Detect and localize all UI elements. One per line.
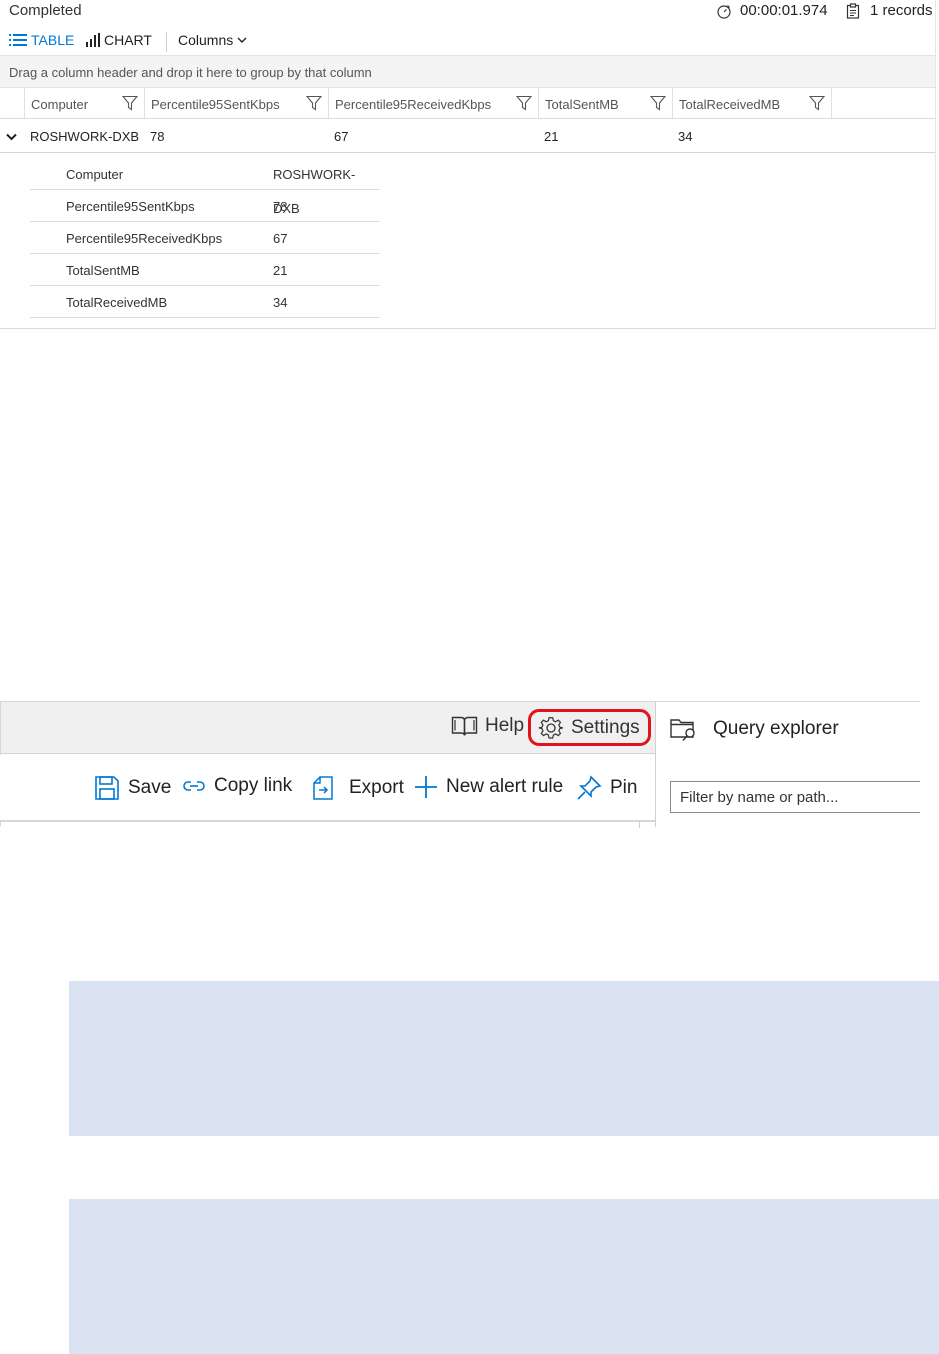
record-count: 1 records — [846, 2, 933, 19]
columns-label: Columns — [178, 32, 234, 48]
tab-table-label: TABLE — [31, 32, 75, 48]
detail-row: Computer ROSHWORK-DXB — [30, 158, 380, 216]
detail-value: 67 — [273, 231, 288, 246]
column-header-label: TotalReceivedMB — [679, 97, 781, 112]
explorer-top-border — [656, 701, 920, 702]
filter-icon[interactable] — [122, 95, 138, 111]
save-icon — [94, 775, 120, 801]
column-header-label: TotalSentMB — [545, 97, 619, 112]
detail-key: TotalReceivedMB — [66, 295, 168, 310]
new-alert-rule-button[interactable]: New alert rule — [414, 775, 563, 799]
book-icon — [451, 715, 478, 737]
elapsed-time: 00:00:01.974 — [716, 2, 828, 19]
table-cell: 21 — [544, 129, 559, 144]
settings-label: Settings — [571, 717, 640, 738]
copy-link-button[interactable]: Copy link — [182, 775, 292, 797]
gear-icon — [538, 715, 564, 741]
results-bottom-border — [0, 328, 936, 329]
callout-box — [69, 1199, 939, 1354]
column-header-label: Percentile95ReceivedKbps — [335, 97, 492, 112]
detail-value: 34 — [273, 295, 288, 310]
detail-row: Percentile95SentKbps 78 — [30, 190, 380, 222]
link-icon — [182, 778, 206, 794]
plus-icon — [414, 775, 438, 799]
export-label: Export — [349, 777, 404, 798]
row-detail-table: Computer ROSHWORK-DXB Percentile95SentKb… — [30, 158, 380, 318]
group-by-dropzone[interactable]: Drag a column header and drop it here to… — [0, 55, 936, 88]
filter-icon[interactable] — [516, 95, 532, 111]
settings-button[interactable]: Settings — [538, 715, 640, 741]
detail-row: Percentile95ReceivedKbps 67 — [30, 222, 380, 254]
help-label: Help — [485, 715, 525, 736]
tab-chart[interactable]: CHART — [86, 32, 152, 48]
detail-value: 21 — [273, 263, 288, 278]
filter-icon[interactable] — [306, 95, 322, 111]
bar-chart-icon — [86, 33, 100, 47]
column-header-totalsentmb[interactable]: TotalSentMB — [538, 88, 672, 118]
export-icon — [311, 775, 335, 801]
column-header-totalreceivedmb[interactable]: TotalReceivedMB — [672, 88, 832, 118]
save-label: Save — [128, 777, 172, 798]
folder-search-icon — [669, 716, 699, 742]
view-toolbar: TABLE CHART Columns — [0, 28, 939, 54]
column-header-label: Percentile95SentKbps — [151, 97, 280, 112]
column-header-label: Computer — [31, 97, 89, 112]
callout-box — [69, 981, 939, 1136]
save-button[interactable]: Save — [94, 775, 171, 801]
elapsed-time-value: 00:00:01.974 — [740, 2, 828, 19]
column-header-computer[interactable]: Computer — [24, 88, 144, 118]
record-count-value: 1 records — [870, 2, 933, 19]
detail-key: Computer — [66, 167, 124, 182]
table-row[interactable]: ROSHWORK-DXB 78 67 21 34 — [0, 121, 936, 153]
filter-icon[interactable] — [650, 95, 666, 111]
detail-row: TotalReceivedMB 34 — [30, 286, 380, 318]
help-button[interactable]: Help — [451, 715, 524, 737]
table-cell: 34 — [678, 129, 693, 144]
detail-key: TotalSentMB — [66, 263, 140, 278]
query-explorer-header[interactable]: Query explorer — [669, 716, 839, 742]
query-explorer-title: Query explorer — [713, 718, 839, 739]
stopwatch-icon — [716, 3, 732, 19]
chevron-down-icon — [237, 36, 247, 44]
pin-button[interactable]: Pin — [576, 775, 637, 801]
pin-icon — [576, 775, 602, 801]
export-button[interactable]: Export — [311, 775, 404, 801]
panel-divider[interactable] — [655, 701, 656, 827]
table-cell: ROSHWORK-DXB — [30, 129, 140, 144]
tab-chart-label: CHART — [104, 32, 152, 48]
results-scrollbar-track — [935, 0, 936, 330]
clipboard-icon — [846, 2, 860, 19]
chevron-down-icon[interactable] — [6, 133, 17, 141]
columns-dropdown[interactable]: Columns — [178, 32, 247, 48]
list-icon — [9, 33, 27, 47]
copy-link-label: Copy link — [214, 775, 293, 796]
column-header-percentile95receivedkbps[interactable]: Percentile95ReceivedKbps — [328, 88, 538, 118]
column-header-percentile95sentkbps[interactable]: Percentile95SentKbps — [144, 88, 328, 118]
scrollbar-stub — [639, 820, 640, 828]
table-cell: 78 — [150, 129, 165, 144]
detail-value: 78 — [273, 199, 288, 214]
detail-key: Percentile95ReceivedKbps — [66, 231, 223, 246]
detail-key: Percentile95SentKbps — [66, 199, 195, 214]
table-header-row: Computer Percentile95SentKbps Percentile… — [0, 88, 936, 119]
table-cell: 67 — [334, 129, 349, 144]
new-alert-rule-label: New alert rule — [446, 776, 564, 797]
query-status: Completed — [9, 2, 82, 19]
toolbar-divider — [166, 32, 167, 52]
tab-table[interactable]: TABLE — [9, 32, 74, 48]
detail-row: TotalSentMB 21 — [30, 254, 380, 286]
filter-input[interactable] — [670, 781, 920, 813]
filter-icon[interactable] — [809, 95, 825, 111]
pin-label: Pin — [610, 777, 638, 798]
